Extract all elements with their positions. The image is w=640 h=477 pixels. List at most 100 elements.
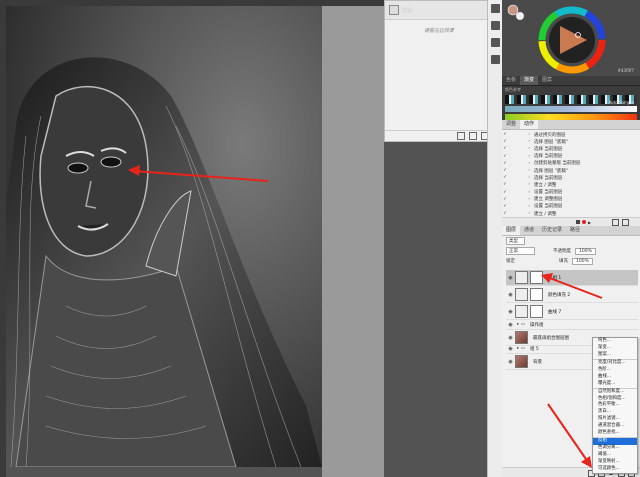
menu-item[interactable]: 曝光度...: [593, 381, 637, 389]
menu-item[interactable]: 颜色查找...: [593, 430, 637, 439]
action-label: 创建剪贴蒙版 当前图层: [534, 161, 581, 167]
action-row[interactable]: ✓ › 选择 图层 "底稿": [502, 167, 640, 174]
color-wheel[interactable]: [502, 0, 640, 76]
layer-row[interactable]: ◉ ▸ ▭ 操作组: [506, 320, 638, 330]
menu-item[interactable]: 曲线...: [593, 374, 637, 381]
snapshot-thumbnail-icon: [389, 5, 399, 15]
visibility-eye-icon[interactable]: ◉: [506, 322, 515, 328]
chevron-right-icon[interactable]: ›: [508, 197, 534, 202]
color-wheel-panel[interactable]: #43f0f7: [502, 0, 640, 76]
chevron-right-icon[interactable]: ›: [508, 161, 534, 166]
blend-row: 正常 不透明度 100%: [502, 246, 640, 256]
libraries-icon[interactable]: [491, 38, 500, 47]
action-row[interactable]: ✓›建立 / 调整: [502, 181, 640, 188]
visibility-eye-icon[interactable]: ◉: [506, 309, 515, 315]
canvas-image: [6, 6, 322, 467]
layer-name: 操作组: [529, 322, 544, 328]
layer-row[interactable]: ◉ 曲线 7: [506, 304, 638, 320]
tab-adjustments[interactable]: 调整: [502, 120, 520, 129]
history-icon[interactable]: [491, 4, 500, 13]
tab-layers[interactable]: 图层: [502, 226, 521, 235]
action-row[interactable]: ✓ › 选择 图层 "底稿": [502, 138, 640, 145]
layer-name: 颜色填充 2: [548, 292, 571, 298]
history-panel[interactable]: 剪贴 请看左边效果: [384, 0, 494, 142]
brush-icon[interactable]: [491, 55, 500, 64]
visibility-eye-icon[interactable]: ◉: [506, 335, 515, 341]
swatches-panel[interactable]: 色板 渐变 图案 颜色参考 Auto Sample: [502, 76, 640, 120]
action-row[interactable]: ✓ › 选择 当前图层: [502, 174, 640, 181]
layer-kind-select[interactable]: 类型: [506, 237, 525, 245]
chevron-right-icon[interactable]: ›: [508, 168, 534, 173]
camera-icon[interactable]: [469, 132, 477, 140]
new-document-icon[interactable]: [457, 132, 465, 140]
chevron-right-icon[interactable]: ›: [508, 175, 534, 180]
layer-row[interactable]: ◉ 反相 1: [506, 270, 638, 286]
action-row[interactable]: ✓ › 选择 当前图层: [502, 153, 640, 160]
visibility-eye-icon[interactable]: ◉: [506, 359, 515, 365]
layer-thumbnail: [515, 355, 528, 368]
new-action-icon[interactable]: [612, 219, 619, 226]
tab-gradients[interactable]: 渐变: [520, 76, 539, 85]
menu-item[interactable]: 亮度/对比度...: [593, 360, 637, 367]
visibility-eye-icon[interactable]: ◉: [506, 275, 515, 281]
menu-item[interactable]: 纯色...: [593, 338, 637, 345]
history-tab-label[interactable]: 剪贴: [402, 7, 412, 14]
blend-mode-select[interactable]: 正常: [506, 247, 535, 255]
tab-paths[interactable]: 路径: [566, 226, 584, 235]
actions-panel[interactable]: 调整 动作 ✓ › 通过拷贝的图层 ✓ › 选择 图层 "底稿" ✓ › 选择 当前图层 ✓ › 选择…: [502, 120, 640, 246]
fill-input[interactable]: 100%: [572, 257, 593, 265]
adjustment-thumbnail-icon: [515, 271, 528, 284]
trash-icon[interactable]: [622, 219, 629, 226]
chevron-right-icon[interactable]: ›: [508, 204, 534, 209]
visibility-eye-icon[interactable]: ◉: [506, 292, 515, 298]
action-row[interactable]: ✓ › 选择 当前图层: [502, 145, 640, 152]
tab-channels[interactable]: 通道: [520, 226, 538, 235]
chevron-right-icon[interactable]: ›: [508, 190, 534, 195]
document-canvas[interactable]: [6, 6, 322, 467]
gradient-strip[interactable]: [505, 106, 637, 112]
lock-row: 锁定 填充 100%: [502, 256, 640, 266]
action-row[interactable]: ✓ › 创建剪贴蒙版 当前图层: [502, 160, 640, 167]
actions-footer: ▶: [502, 217, 640, 226]
tab-patterns[interactable]: 图案: [538, 76, 556, 85]
action-row[interactable]: ✓ › 通过拷贝的图层: [502, 131, 640, 138]
menu-item[interactable]: 自然饱和度...: [593, 389, 637, 396]
menu-item[interactable]: 渐变...: [593, 345, 637, 352]
stop-icon[interactable]: [576, 220, 580, 224]
chevron-right-icon[interactable]: ›: [508, 211, 534, 216]
swatches-tabs: 色板 渐变 图案: [502, 76, 640, 86]
layer-name: 反相 1: [548, 275, 562, 281]
action-row[interactable]: ✓›设置 当前图层: [502, 189, 640, 196]
tab-history[interactable]: 历史记录: [538, 226, 566, 235]
menu-item[interactable]: 可选颜色...: [593, 466, 637, 473]
chevron-right-icon[interactable]: ›: [508, 132, 534, 137]
visibility-eye-icon[interactable]: ◉: [506, 346, 515, 352]
action-label: 建立 调整图层: [534, 197, 563, 203]
properties-icon[interactable]: [491, 21, 500, 30]
menu-item[interactable]: 阈值...: [593, 452, 637, 459]
chevron-right-icon[interactable]: ›: [508, 182, 534, 187]
menu-item[interactable]: 色阶...: [593, 367, 637, 374]
folder-icon: ▸ ▭: [517, 322, 525, 327]
chevron-right-icon[interactable]: ›: [508, 146, 534, 151]
layer-row[interactable]: ◉ 颜色填充 2: [506, 287, 638, 303]
record-icon[interactable]: [582, 220, 586, 224]
opacity-input[interactable]: 100%: [575, 247, 596, 255]
tab-actions[interactable]: 动作: [520, 120, 539, 129]
mask-thumbnail: [530, 288, 543, 301]
adjustment-menu[interactable]: 纯色... 渐变... 图案... 亮度/对比度... 色阶... 曲线... 曝光度...…: [592, 337, 638, 474]
menu-item[interactable]: 渐变映射...: [593, 459, 637, 466]
action-label: 选择 图层 "底稿": [534, 168, 568, 174]
action-label: 通过拷贝的图层: [534, 132, 566, 138]
menu-item[interactable]: 图案...: [593, 352, 637, 360]
chevron-right-icon[interactable]: ›: [508, 154, 534, 159]
play-icon[interactable]: ▶: [588, 220, 591, 225]
menu-item[interactable]: 色调分离...: [593, 445, 637, 452]
action-label: 选择 图层 "底稿": [534, 139, 568, 145]
action-row[interactable]: ✓›设置 当前图层: [502, 203, 640, 210]
chevron-right-icon[interactable]: ›: [508, 139, 534, 144]
action-row[interactable]: ✓ › 建立 调整图层: [502, 196, 640, 203]
layer-name: 背景: [533, 359, 542, 365]
action-label: 建立 / 调整: [534, 182, 557, 188]
tab-swatches[interactable]: 色板: [502, 76, 520, 85]
